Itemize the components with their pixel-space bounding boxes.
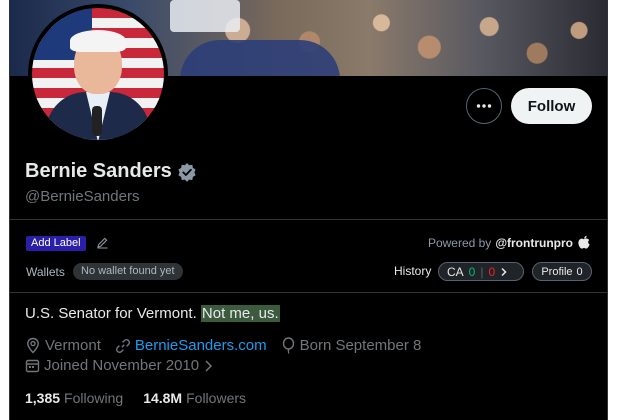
divider xyxy=(10,292,607,293)
banner-speaker-image xyxy=(180,40,340,76)
profile-meta: Vermont BernieSanders.com Born September… xyxy=(25,337,435,354)
wallets-label: Wallets xyxy=(26,265,65,279)
wallet-status-badge: No wallet found yet xyxy=(73,263,183,280)
chevron-right-icon xyxy=(205,359,213,372)
frontrun-link[interactable]: @frontrunpro xyxy=(495,236,573,250)
followers-label: Followers xyxy=(186,390,247,406)
following-link[interactable]: 1,385 Following xyxy=(25,390,143,406)
profile-name: Bernie Sanders xyxy=(25,160,172,182)
location-pin-icon xyxy=(27,337,39,354)
calendar-icon xyxy=(25,359,40,373)
more-horizontal-icon xyxy=(476,104,492,108)
profile-joined[interactable]: Joined November 2010 xyxy=(25,357,227,374)
avatar[interactable] xyxy=(28,4,168,144)
profile-bio: U.S. Senator for Vermont. Not me, us. xyxy=(25,305,280,322)
pencil-icon[interactable] xyxy=(96,236,109,249)
following-label: Following xyxy=(64,390,124,406)
profile-handle: @BernieSanders xyxy=(25,188,140,205)
powered-by-text: Powered by xyxy=(427,235,492,250)
more-options-button[interactable] xyxy=(466,88,502,124)
avatar-image xyxy=(32,8,164,140)
following-count: 1,385 xyxy=(25,390,61,406)
apple-logo-icon xyxy=(578,235,590,249)
follow-button[interactable]: Follow xyxy=(511,88,592,124)
profile-stats-count: 0 xyxy=(576,265,583,278)
link-icon xyxy=(115,338,130,353)
history-link[interactable]: History xyxy=(394,264,431,278)
ca-stats-button[interactable]: CA 0 | 0 xyxy=(438,262,524,281)
divider xyxy=(10,219,607,220)
followers-count: 14.8M xyxy=(143,390,183,406)
birthday-item: Born September 8 xyxy=(281,337,422,354)
powered-by: Powered by @frontrunpro xyxy=(428,235,591,250)
ca-label: CA xyxy=(447,264,464,279)
profile-name-row: Bernie Sanders xyxy=(25,160,197,183)
banner-sign-image xyxy=(170,0,240,32)
joined-item[interactable]: Joined November 2010 xyxy=(25,357,213,374)
website-link[interactable]: BernieSanders.com xyxy=(135,337,267,354)
add-label-button[interactable]: Add Label xyxy=(26,236,86,251)
verified-badge-icon[interactable] xyxy=(177,162,197,182)
joined-text: Joined November 2010 xyxy=(44,357,200,374)
follow-stats: 1,385 Following 14.8M Followers xyxy=(25,390,266,406)
location-text: Vermont xyxy=(45,337,101,354)
bio-text: U.S. Senator for Vermont. xyxy=(25,305,201,322)
ca-separator: | xyxy=(480,264,484,279)
ca-negative-count: 0 xyxy=(488,264,496,279)
bio-highlight: Not me, us. xyxy=(200,305,280,322)
website-item: BernieSanders.com xyxy=(115,337,267,354)
profile-stats-label: Profile xyxy=(541,265,573,278)
ca-positive-count: 0 xyxy=(468,264,476,279)
followers-link[interactable]: 14.8M Followers xyxy=(143,390,266,406)
birthday-text: Born September 8 xyxy=(299,337,422,354)
profile-stats-button[interactable]: Profile 0 xyxy=(532,262,592,281)
location-item: Vermont xyxy=(25,337,101,354)
balloon-icon xyxy=(282,337,294,354)
profile-panel: Follow Bernie Sanders @BernieSanders Add… xyxy=(9,0,608,420)
chevron-right-icon xyxy=(501,267,507,276)
